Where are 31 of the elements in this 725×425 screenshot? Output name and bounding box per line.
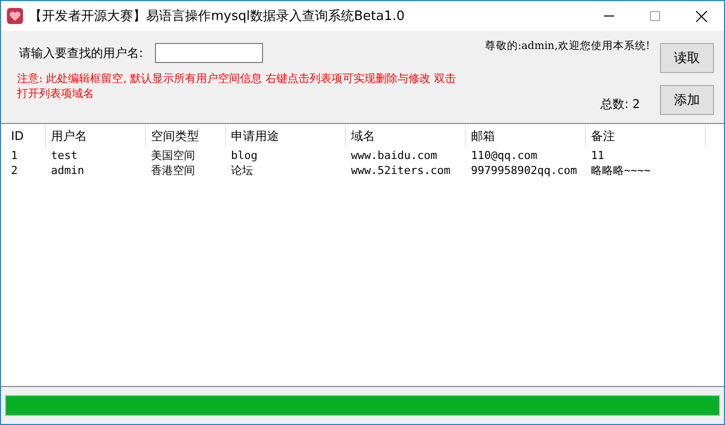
add-button[interactable]: 添加 <box>660 85 714 115</box>
greeting-text: 尊敬的:admin,欢迎您使用本系统! <box>484 39 650 53</box>
table-cell-text: 11 <box>590 148 606 163</box>
column-header[interactable]: ID <box>6 124 46 148</box>
search-label: 请输入要查找的用户名: <box>19 44 144 62</box>
table-cell-text: 香港空间 <box>150 163 196 178</box>
column-header[interactable]: 域名 <box>346 124 466 148</box>
table-cell-text: 1 <box>10 148 19 163</box>
table-cell-text: 9979958902qq.com <box>470 163 578 178</box>
window-title: 【开发者开源大赛】易语言操作mysql数据录入查询系统Beta1.0 <box>29 8 406 25</box>
notice-text: 注意: 此处编辑框留空, 默认显示所有用户空间信息 右键点击列表项可实现删除与修改 双击打开列表项域名 <box>17 71 458 101</box>
table-cell-text: 论坛 <box>230 163 254 178</box>
column-header[interactable]: 申请用途 <box>226 124 346 148</box>
column-header[interactable]: 邮箱 <box>466 124 586 148</box>
table-cell-text: 110@qq.com <box>470 148 538 163</box>
column-header[interactable]: 空间类型 <box>146 124 226 148</box>
table-cell-text: 美国空间 <box>150 148 196 163</box>
search-field[interactable] <box>155 43 264 63</box>
table-cell-text: blog <box>230 148 258 163</box>
table-cell-text: 2 <box>10 163 19 178</box>
column-header[interactable]: 备注 <box>586 124 706 148</box>
table-cell-text: www.baidu.com <box>350 148 438 163</box>
table-cell-text: www.52iters.com <box>350 163 452 178</box>
table-cell-text: admin <box>50 163 86 178</box>
total-count: 总数: 2 <box>600 96 640 113</box>
column-header[interactable]: 用户名 <box>46 124 146 148</box>
table-cell-text: test <box>50 148 78 163</box>
maximize-icon <box>650 11 660 21</box>
read-button[interactable]: 读取 <box>660 43 714 73</box>
close-icon <box>696 10 706 22</box>
table-cell-text: 略略略~~~~ <box>590 163 652 178</box>
